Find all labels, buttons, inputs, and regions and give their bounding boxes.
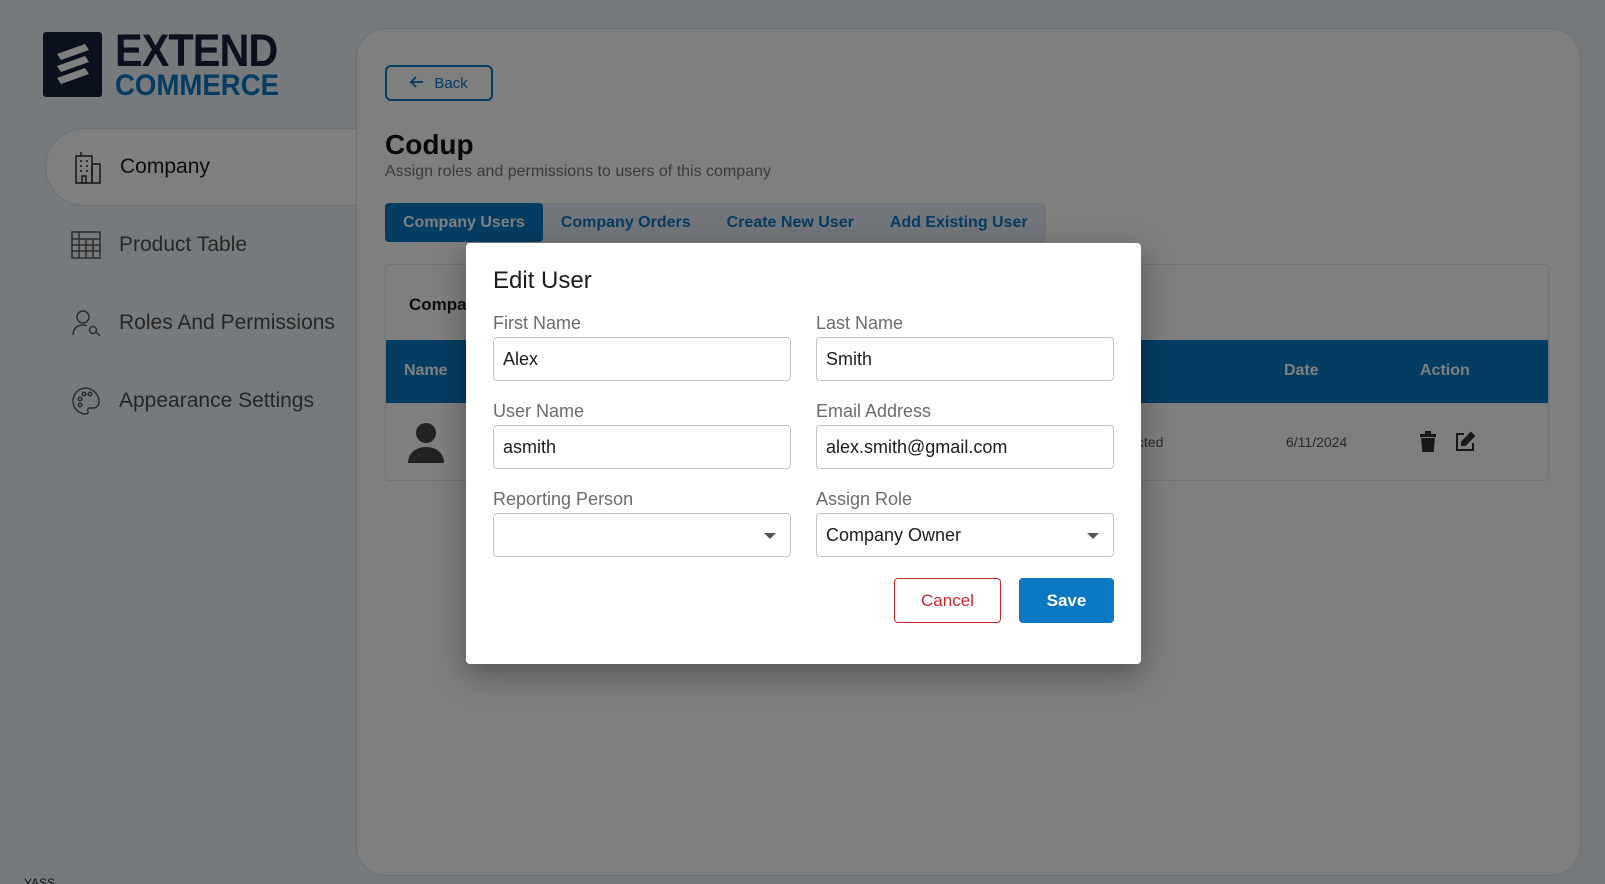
email-label: Email Address [816,401,932,421]
assign-role-select[interactable]: Company Owner [816,513,1114,557]
last-name-field: Last Name Smith [816,313,1114,381]
email-field: Email Address alex.smith@gmail.com [816,401,1114,469]
email-input[interactable]: alex.smith@gmail.com [816,425,1114,469]
assign-role-value: Company Owner [826,524,962,545]
caret-down-icon [1087,533,1099,539]
user-name-field: User Name asmith [493,401,791,469]
first-name-input[interactable]: Alex [493,337,791,381]
reporting-person-field: Reporting Person [493,489,791,557]
reporting-person-label: Reporting Person [493,489,634,509]
cancel-button[interactable]: Cancel [894,578,1001,623]
first-name-label: First Name [493,313,582,333]
user-name-label: User Name [493,401,585,421]
edit-user-dialog: Edit User First Name Alex Last Name Smit… [466,243,1141,664]
save-button[interactable]: Save [1019,578,1114,623]
caret-down-icon [764,533,776,539]
reporting-person-select[interactable] [493,513,791,557]
user-name-input[interactable]: asmith [493,425,791,469]
first-name-field: First Name Alex [493,313,791,381]
last-name-input[interactable]: Smith [816,337,1114,381]
last-name-label: Last Name [816,313,904,333]
assign-role-field: Assign Role Company Owner [816,489,1114,557]
dialog-title: Edit User [493,267,592,294]
assign-role-label: Assign Role [816,489,913,509]
